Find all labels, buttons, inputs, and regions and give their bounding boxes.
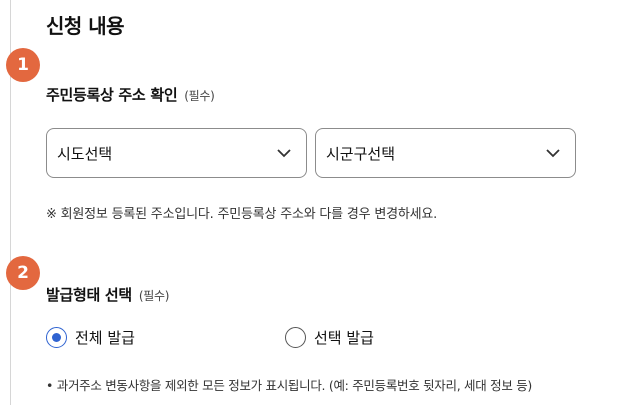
required-mark: (필수) [184, 89, 215, 103]
issue-type-field-label: 발급형태 선택 (필수) [46, 284, 169, 305]
radio-checked-icon[interactable] [46, 327, 67, 348]
sigungu-select-value: 시군구선택 [326, 144, 396, 163]
page-title: 신청 내용 [46, 14, 125, 38]
step-badge-1: 1 [6, 48, 40, 82]
sigungu-select[interactable]: 시군구선택 [315, 128, 576, 178]
sido-select-value: 시도선택 [57, 144, 113, 163]
chevron-down-icon [545, 145, 561, 161]
radio-unchecked-icon[interactable] [285, 327, 306, 348]
step-badge-2: 2 [6, 256, 40, 290]
radio-partial-issue[interactable]: 선택 발급 [285, 327, 374, 348]
radio-partial-issue-label: 선택 발급 [314, 329, 374, 347]
required-mark: (필수) [138, 289, 170, 303]
radio-full-issue-label: 전체 발급 [75, 329, 135, 347]
address-label-text: 주민등록상 주소 확인 [46, 86, 178, 104]
radio-full-issue[interactable]: 전체 발급 [46, 327, 135, 348]
issue-type-label-text: 발급형태 선택 [46, 286, 132, 304]
issue-type-footnote: • 과거주소 변동사항을 제외한 모든 정보가 표시됩니다. (예: 주민등록번… [46, 378, 532, 393]
chevron-down-icon [276, 145, 292, 161]
address-field-label: 주민등록상 주소 확인 (필수) [46, 84, 215, 105]
sido-select[interactable]: 시도선택 [46, 128, 307, 178]
address-notice: ※ 회원정보 등록된 주소입니다. 주민등록상 주소와 다를 경우 변경하세요. [46, 207, 438, 222]
